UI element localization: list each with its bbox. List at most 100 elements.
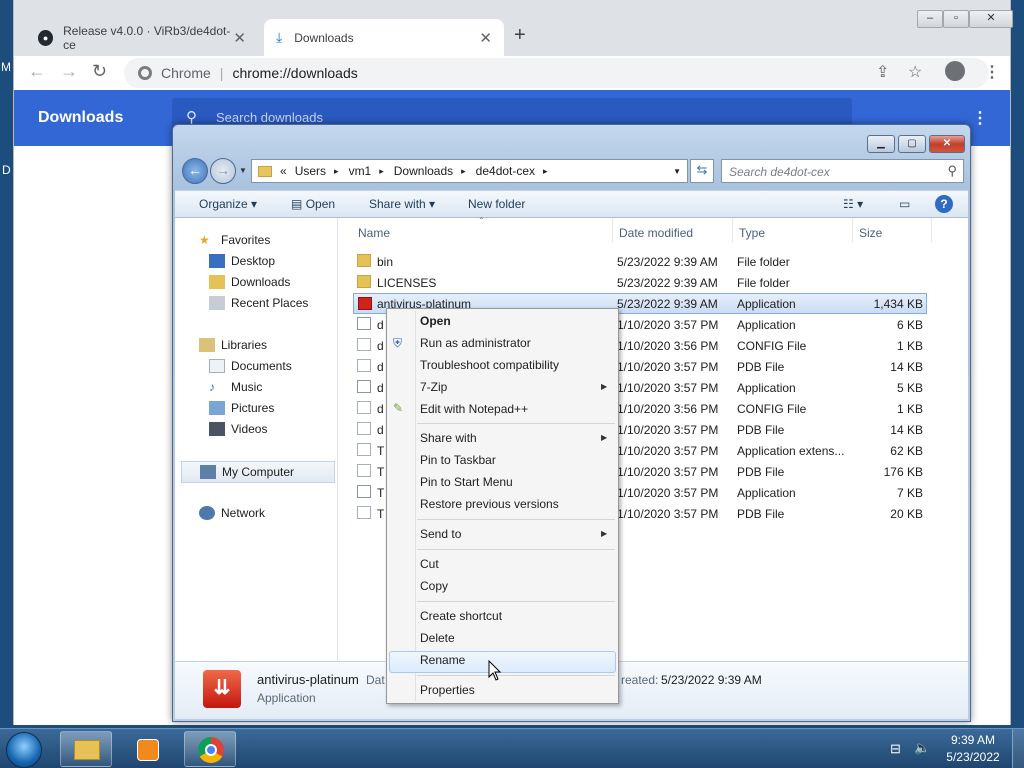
taskbar-media-player-button[interactable]	[122, 731, 174, 767]
music-icon: ♪	[209, 380, 215, 394]
address-bar[interactable]: Chrome | chrome://downloads	[124, 58, 989, 88]
nav-libraries[interactable]: Libraries	[199, 338, 267, 352]
clock-time[interactable]: 9:39 AM	[942, 733, 1004, 747]
column-size[interactable]: Size	[859, 218, 882, 242]
application-icon	[358, 297, 372, 310]
open-button[interactable]: ▤ Open	[291, 197, 335, 211]
nav-favorites[interactable]: ★ Favorites	[199, 233, 270, 247]
nav-desktop[interactable]: Desktop	[209, 254, 275, 268]
shield-icon: ⛨	[393, 336, 403, 350]
back-arrow-icon[interactable]: ←	[28, 61, 46, 82]
breadcrumb-chevron-icon[interactable]: ▸	[379, 166, 384, 177]
menu-item-cut[interactable]: Cut	[420, 557, 439, 571]
nav-pictures[interactable]: Pictures	[209, 401, 274, 415]
file-size: 62 KB	[890, 444, 923, 458]
nav-videos[interactable]: Videos	[209, 422, 267, 436]
history-dropdown-icon[interactable]: ▼	[239, 166, 247, 175]
help-icon[interactable]: ?	[935, 195, 953, 213]
view-options-icon[interactable]: ☷ ▾	[843, 197, 863, 211]
pictures-icon	[209, 401, 225, 415]
column-divider[interactable]	[852, 218, 853, 242]
menu-item-properties[interactable]: Properties	[420, 683, 475, 697]
menu-kebab-icon[interactable]: ⋮	[984, 62, 1000, 82]
column-date-modified[interactable]: Date modified	[619, 218, 693, 242]
nav-documents[interactable]: Documents	[209, 359, 292, 373]
menu-item-edit-notepadpp[interactable]: Edit with Notepad++	[420, 402, 528, 416]
breadcrumb-item[interactable]: Users	[295, 164, 326, 178]
nav-music[interactable]: ♪ Music	[209, 380, 262, 394]
new-tab-button[interactable]: +	[514, 24, 526, 47]
breadcrumb-item[interactable]: de4dot-cex	[476, 164, 535, 178]
column-divider[interactable]	[612, 218, 613, 242]
nav-label: Network	[221, 506, 266, 520]
menu-item-create-shortcut[interactable]: Create shortcut	[420, 609, 502, 623]
menu-item-pin-start[interactable]: Pin to Start Menu	[420, 475, 513, 489]
taskbar-explorer-button[interactable]	[60, 731, 112, 767]
share-icon[interactable]: ⇪	[876, 62, 889, 82]
nav-network[interactable]: Network	[199, 506, 265, 520]
folder-search-input[interactable]: Search de4dot-cex ⚲	[721, 159, 964, 183]
minimize-button[interactable]: –	[917, 10, 943, 28]
explorer-minimize-button[interactable]: ▁	[867, 135, 895, 153]
file-row[interactable]: LICENSES 5/23/2022 9:39 AM File folder	[353, 272, 927, 293]
share-with-button[interactable]: Share with ▾	[369, 197, 435, 211]
menu-item-rename[interactable]: Rename	[420, 653, 465, 667]
file-icon	[357, 506, 371, 519]
downloads-menu-icon[interactable]: ⋮	[972, 108, 988, 128]
breadcrumb-item[interactable]: vm1	[349, 164, 372, 178]
volume-tray-icon[interactable]: 🔈	[914, 740, 930, 756]
address-breadcrumb[interactable]: « Users ▸ vm1 ▸ Downloads ▸ de4dot-cex ▸ ▼	[251, 159, 688, 183]
organize-button[interactable]: Organize ▾	[199, 197, 257, 211]
start-button[interactable]	[6, 732, 42, 768]
file-icon	[357, 422, 371, 435]
explorer-close-button[interactable]: ✕	[929, 135, 965, 153]
forward-arrow-icon[interactable]: →	[60, 61, 78, 82]
menu-item-copy[interactable]: Copy	[420, 579, 448, 593]
menu-item-7zip[interactable]: 7-Zip	[420, 380, 447, 394]
maximize-button[interactable]: ▫	[943, 10, 969, 28]
column-divider[interactable]	[732, 218, 733, 242]
bookmark-star-icon[interactable]: ☆	[908, 62, 922, 82]
address-dropdown-icon[interactable]: ▼	[673, 167, 681, 176]
profile-avatar[interactable]	[945, 61, 965, 81]
column-name[interactable]: Name	[358, 218, 390, 242]
menu-item-open[interactable]: Open	[420, 314, 451, 328]
refresh-button[interactable]: ⇆	[690, 159, 714, 183]
menu-item-pin-taskbar[interactable]: Pin to Taskbar	[420, 453, 496, 467]
menu-item-delete[interactable]: Delete	[420, 631, 455, 645]
new-folder-button[interactable]: New folder	[468, 197, 525, 211]
tab-downloads[interactable]: ⤓ Downloads ✕	[264, 19, 504, 56]
close-tab-icon[interactable]: ✕	[479, 29, 492, 47]
column-divider[interactable]	[931, 218, 932, 242]
menu-item-run-as-admin[interactable]: Run as administrator	[420, 336, 531, 350]
taskbar-chrome-button[interactable]	[184, 731, 236, 767]
clock-date[interactable]: 5/23/2022	[942, 750, 1004, 764]
show-desktop-button[interactable]	[1012, 729, 1024, 768]
back-button[interactable]: ←	[182, 158, 208, 184]
breadcrumb-overflow[interactable]: «	[280, 164, 287, 178]
reload-icon[interactable]: ↻	[92, 61, 107, 82]
breadcrumb-chevron-icon[interactable]: ▸	[334, 166, 339, 177]
nav-recent-places[interactable]: Recent Places	[209, 296, 308, 310]
breadcrumb-item[interactable]: Downloads	[394, 164, 453, 178]
forward-button[interactable]: →	[210, 158, 236, 184]
menu-item-troubleshoot[interactable]: Troubleshoot compatibility	[420, 358, 559, 372]
nav-label: Downloads	[231, 275, 291, 289]
column-type[interactable]: Type	[739, 218, 765, 242]
nav-my-computer[interactable]: My Computer	[181, 461, 335, 483]
breadcrumb-chevron-icon[interactable]: ▸	[461, 166, 466, 177]
menu-item-send-to[interactable]: Send to	[420, 527, 461, 541]
tab-github[interactable]: ● Release v4.0.0 · ViRb3/de4dot-ce ✕	[26, 19, 258, 56]
nav-downloads[interactable]: Downloads	[209, 275, 290, 289]
file-type: PDB File	[737, 423, 785, 437]
file-name: bin	[377, 255, 394, 269]
network-tray-icon[interactable]: ⊟	[890, 741, 901, 757]
menu-item-share-with[interactable]: Share with	[420, 431, 477, 445]
explorer-maximize-button[interactable]: ▢	[898, 135, 926, 153]
file-row[interactable]: bin 5/23/2022 9:39 AM File folder	[353, 251, 927, 272]
menu-item-restore-versions[interactable]: Restore previous versions	[420, 497, 559, 511]
breadcrumb-chevron-icon[interactable]: ▸	[543, 166, 548, 177]
close-tab-icon[interactable]: ✕	[233, 29, 246, 47]
close-window-button[interactable]: ✕	[969, 10, 1013, 28]
preview-pane-icon[interactable]: ▭	[899, 197, 910, 211]
